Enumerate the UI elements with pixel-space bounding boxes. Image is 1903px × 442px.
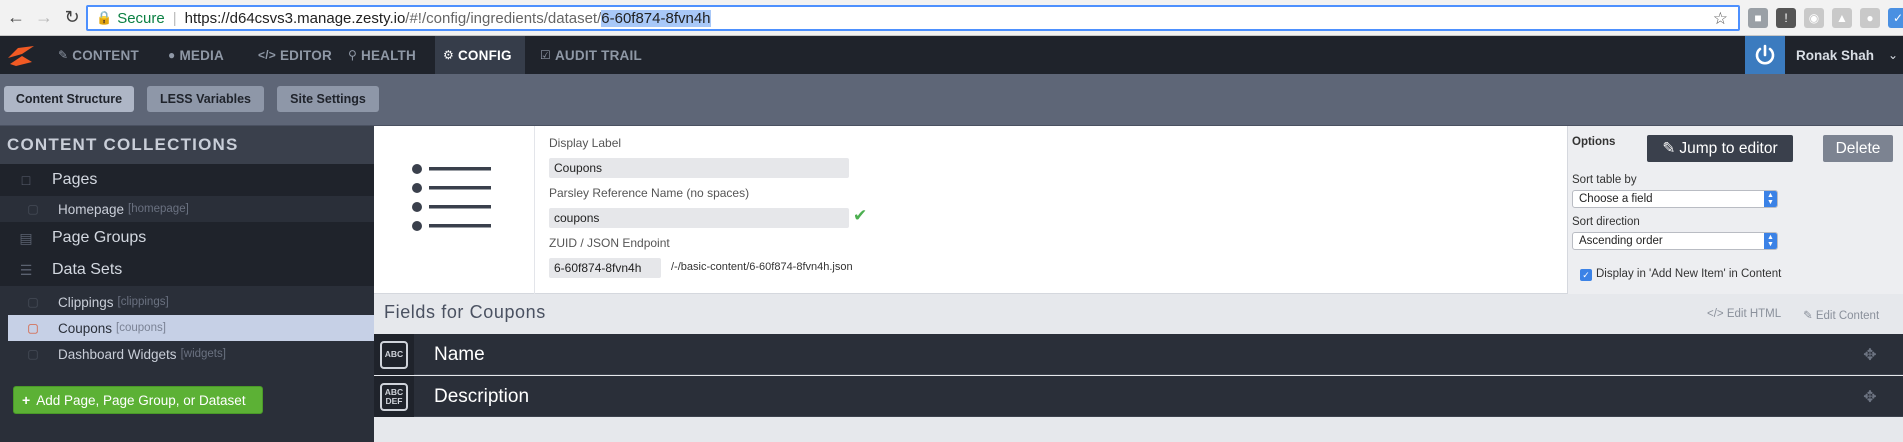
dataset-list-icon xyxy=(412,164,491,231)
divider xyxy=(534,126,535,294)
zesty-logo-icon[interactable] xyxy=(4,40,38,70)
extension-icons: ■ ! ◉ ▲ ● ✓ xyxy=(1748,8,1903,28)
lock-icon: 🔒 xyxy=(96,10,113,25)
tab-site-settings[interactable]: Site Settings xyxy=(277,86,379,112)
sidebar: CONTENT COLLECTIONS □ Pages ▢ Homepage [… xyxy=(0,126,374,442)
pencil-icon: ✎ xyxy=(1662,140,1676,157)
config-subnav: Content Structure LESS Variables Site Se… xyxy=(0,74,1903,126)
extension-icon[interactable]: ● xyxy=(1860,8,1880,28)
text-field-icon: ABC xyxy=(380,340,408,369)
bookmark-star-icon[interactable]: ☆ xyxy=(1713,9,1728,29)
sort-by-select[interactable]: Choose a field ▲ ▼ xyxy=(1572,190,1778,208)
tab-less-variables[interactable]: LESS Variables xyxy=(147,86,264,112)
field-row-description[interactable]: ABC DEF Description ✥ xyxy=(374,376,1903,417)
nav-content[interactable]: ✎ CONTENT xyxy=(50,36,147,74)
nav-health[interactable]: ⚲ HEALTH xyxy=(340,36,424,74)
tab-content-structure[interactable]: Content Structure xyxy=(4,86,134,112)
url-selected-text: 6-60f874-8fvn4h xyxy=(601,9,711,27)
secure-label: Secure xyxy=(117,9,165,27)
add-collection-button[interactable]: + Add Page, Page Group, or Dataset xyxy=(13,386,263,414)
extension-icon[interactable]: ! xyxy=(1776,8,1796,28)
reload-icon[interactable]: ↻ xyxy=(58,4,86,32)
extension-icon[interactable]: ◉ xyxy=(1804,8,1824,28)
url-path: /#!/config/ingredients/dataset/ xyxy=(405,9,602,27)
cube-icon: ▢ xyxy=(27,295,39,309)
back-icon[interactable]: ← xyxy=(2,4,30,32)
sort-by-label: Sort table by xyxy=(1572,174,1637,186)
display-in-add-new-checkbox[interactable]: ✓ xyxy=(1580,269,1592,281)
file-icon: □ xyxy=(21,172,31,188)
main-content: Display Label Coupons Parsley Reference … xyxy=(374,126,1903,442)
textarea-field-icon: ABC DEF xyxy=(380,382,408,411)
nav-audit-trail[interactable]: ☑ AUDIT TRAIL xyxy=(532,36,650,74)
display-label-input[interactable]: Coupons xyxy=(549,158,849,178)
display-label-caption: Display Label xyxy=(549,136,622,150)
options-title: Options xyxy=(1572,136,1616,148)
power-icon xyxy=(1755,44,1775,65)
fields-heading: Fields for Coupons xyxy=(384,302,546,322)
nav-config[interactable]: ⚙ CONFIG xyxy=(435,36,525,74)
chevron-down-icon[interactable]: ⌄ xyxy=(1888,48,1898,62)
list-icon: ☰ xyxy=(19,261,33,278)
json-endpoint-link[interactable]: /-/basic-content/6-60f874-8fvn4h.json xyxy=(671,261,853,273)
edit-content-link[interactable]: ✎ Edit Content xyxy=(1803,308,1879,322)
display-in-add-new-label: Display in 'Add New Item' in Content xyxy=(1596,268,1782,280)
sort-direction-select[interactable]: Ascending order ▲ ▼ xyxy=(1572,232,1778,250)
media-icon: ● xyxy=(168,48,176,62)
field-type-cell: ABC DEF xyxy=(374,376,414,417)
nav-editor[interactable]: </> EDITOR xyxy=(250,36,340,74)
edit-html-link[interactable]: </> Edit HTML xyxy=(1707,308,1781,320)
field-type-cell: ABC xyxy=(374,334,414,375)
field-name: Description xyxy=(434,385,530,407)
folder-icon: ▤ xyxy=(19,229,33,246)
jump-to-editor-button[interactable]: ✎ Jump to editor xyxy=(1647,135,1793,162)
sidebar-title: CONTENT COLLECTIONS xyxy=(0,126,374,164)
parsley-name-caption: Parsley Reference Name (no spaces) xyxy=(549,186,750,200)
power-button[interactable] xyxy=(1745,36,1785,74)
plus-icon: + xyxy=(22,392,31,408)
select-arrows-icon: ▲ ▼ xyxy=(1764,191,1777,207)
checkmark-icon: ✔ xyxy=(853,206,868,225)
options-panel: Options ✎ Jump to editor Delete Sort tab… xyxy=(1568,126,1903,294)
sidebar-section-pages[interactable]: □ Pages xyxy=(0,164,374,196)
sidebar-item-homepage[interactable]: ▢ Homepage [homepage] xyxy=(8,196,374,222)
cube-icon: ▢ xyxy=(27,321,39,335)
check-square-icon: ☑ xyxy=(540,48,551,62)
sidebar-item-coupons[interactable]: ▢ Coupons [coupons] xyxy=(8,315,374,341)
dataset-info-panel: Display Label Coupons Parsley Reference … xyxy=(374,126,1568,294)
move-icon[interactable]: ✥ xyxy=(1856,343,1884,367)
sort-direction-label: Sort direction xyxy=(1572,216,1640,228)
sidebar-section-page-groups[interactable]: ▤ Page Groups xyxy=(0,222,374,254)
edit-icon: ✎ xyxy=(58,48,69,62)
cube-icon: ▢ xyxy=(27,347,39,361)
select-arrows-icon: ▲ ▼ xyxy=(1764,233,1777,249)
search-icon: ⚲ xyxy=(348,48,357,62)
extension-icon[interactable]: ■ xyxy=(1748,8,1768,28)
url-host: https://d64csvs3.manage.zesty.io xyxy=(184,9,406,27)
sidebar-item-dashboard-widgets[interactable]: ▢ Dashboard Widgets [widgets] xyxy=(8,341,374,367)
forward-icon[interactable]: → xyxy=(30,4,58,32)
sidebar-item-clippings[interactable]: ▢ Clippings [clippings] xyxy=(8,289,374,315)
url-separator: | xyxy=(172,9,177,27)
user-menu[interactable]: Ronak Shah xyxy=(1796,36,1874,74)
field-row-name[interactable]: ABC Name ✥ xyxy=(374,334,1903,375)
cogs-icon: ⚙ xyxy=(443,48,454,62)
address-bar[interactable]: 🔒 Secure | https://d64csvs3.manage.zesty… xyxy=(86,5,1740,31)
cube-icon: ▢ xyxy=(27,202,39,216)
field-name: Name xyxy=(434,343,485,365)
nav-media[interactable]: ● MEDIA xyxy=(160,36,232,74)
code-icon: </> xyxy=(258,48,276,62)
zuid-caption: ZUID / JSON Endpoint xyxy=(549,236,670,250)
browser-toolbar: ← → ↻ 🔒 Secure | https://d64csvs3.manage… xyxy=(0,0,1903,36)
zuid-field[interactable]: 6-60f874-8fvn4h xyxy=(549,258,661,278)
move-icon[interactable]: ✥ xyxy=(1856,385,1884,409)
sidebar-section-data-sets[interactable]: ☰ Data Sets xyxy=(0,254,374,286)
edit-icon: ✎ xyxy=(1803,310,1813,322)
delete-button[interactable]: Delete xyxy=(1823,135,1893,162)
app-header: ✎ CONTENT ● MEDIA </> EDITOR ⚲ HEALTH ⚙ … xyxy=(0,36,1903,74)
extension-icon[interactable]: ▲ xyxy=(1832,8,1852,28)
extension-icon[interactable]: ✓ xyxy=(1888,8,1903,28)
code-icon: </> xyxy=(1707,308,1724,320)
parsley-name-input[interactable]: coupons xyxy=(549,208,849,228)
